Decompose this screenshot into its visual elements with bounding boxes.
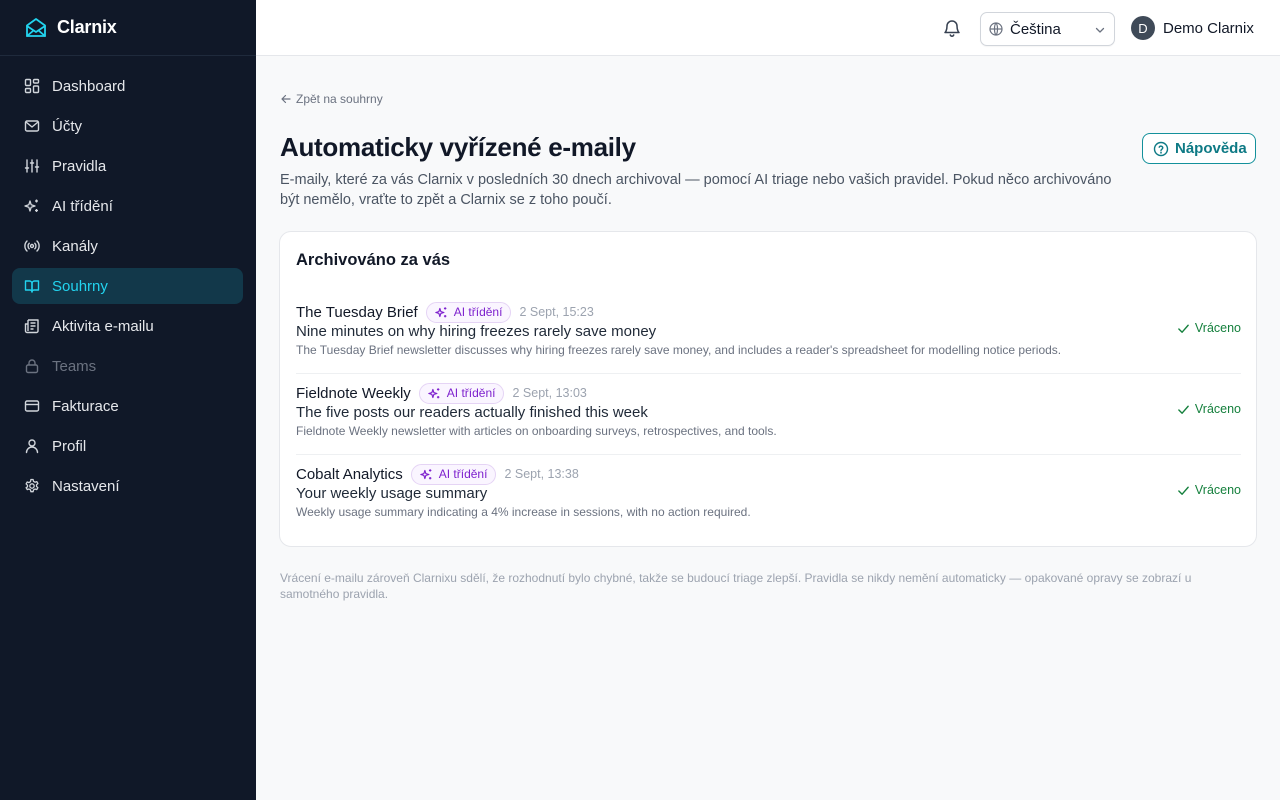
user-name: Demo Clarnix — [1163, 19, 1254, 37]
lock-icon — [24, 358, 40, 374]
ai-triage-badge: AI třídění — [418, 382, 505, 404]
email-date: 2 Sept, 13:38 — [504, 467, 579, 481]
user-menu[interactable]: D Demo Clarnix — [1131, 16, 1254, 40]
email-date: 2 Sept, 15:23 — [519, 305, 594, 319]
sidebar-item-label: Aktivita e-mailu — [52, 317, 154, 335]
logo-mail-icon — [24, 16, 48, 40]
email-sender: Fieldnote Weekly — [296, 384, 411, 402]
sidebar-item-label: AI třídění — [52, 197, 113, 215]
help-circle-icon — [1153, 141, 1169, 157]
footnote: Vrácení e-mailu zároveň Clarnixu sdělí, … — [280, 571, 1192, 601]
sidebar-item-settings[interactable]: Nastavení — [12, 468, 243, 504]
sidebar-nav: Dashboard Účty Pravidla AI třídění Kanál… — [0, 56, 256, 504]
sparkles-icon — [428, 387, 441, 400]
chevron-down-icon — [1094, 24, 1106, 36]
email-sender: Cobalt Analytics — [296, 465, 403, 483]
check-icon — [1177, 322, 1190, 335]
gear-icon — [24, 478, 40, 494]
back-link[interactable]: Zpět na souhrny — [280, 92, 383, 106]
sidebar-item-dashboard[interactable]: Dashboard — [12, 68, 243, 104]
email-subject: Nine minutes on why hiring freezes rarel… — [296, 323, 657, 340]
list-item[interactable]: The Tuesday Brief AI třídění 2 Sept, 15:… — [296, 293, 1241, 374]
ai-triage-badge: AI třídění — [410, 463, 497, 485]
language-value: Čeština — [1010, 20, 1061, 38]
check-icon — [1177, 484, 1190, 497]
restored-status: Vráceno — [1177, 321, 1241, 335]
sliders-icon — [24, 158, 40, 174]
brand-name: Clarnix — [57, 17, 117, 37]
email-sender: The Tuesday Brief — [296, 303, 418, 321]
sidebar-item-ai-triage[interactable]: AI třídění — [12, 188, 243, 224]
sidebar-item-label: Fakturace — [52, 397, 119, 415]
sidebar-item-label: Teams — [52, 357, 97, 375]
sidebar-item-label: Účty — [52, 117, 82, 135]
check-icon — [1177, 403, 1190, 416]
book-open-icon — [24, 278, 40, 294]
sidebar-item-label: Nastavení — [52, 477, 120, 495]
page-description: E-maily, které za vás Clarnix v poslední… — [280, 172, 1112, 208]
avatar: D — [1131, 16, 1155, 40]
brand[interactable]: Clarnix — [0, 0, 256, 56]
sidebar-item-label: Profil — [52, 437, 87, 455]
sidebar-item-label: Pravidla — [52, 157, 107, 175]
sidebar-item-label: Dashboard — [52, 77, 126, 95]
email-summary: The Tuesday Brief newsletter discusses w… — [296, 343, 1062, 357]
arrow-left-icon — [280, 93, 292, 105]
ai-triage-badge: AI třídění — [425, 301, 512, 323]
restored-status: Vráceno — [1177, 483, 1241, 497]
email-subject: The five posts our readers actually fini… — [296, 404, 648, 421]
sidebar-item-billing[interactable]: Fakturace — [12, 388, 243, 424]
sidebar: Clarnix Dashboard Účty Pravidla AI třídě… — [0, 0, 256, 800]
sidebar-item-channels[interactable]: Kanály — [12, 228, 243, 264]
list-item[interactable]: Fieldnote Weekly AI třídění 2 Sept, 13:0… — [296, 374, 1241, 455]
badge-label: AI třídění — [446, 386, 496, 400]
sidebar-item-profile[interactable]: Profil — [12, 428, 243, 464]
help-button[interactable]: Nápověda — [1142, 133, 1256, 164]
help-button-label: Nápověda — [1175, 140, 1247, 157]
globe-icon — [989, 22, 1003, 36]
sidebar-item-email-activity[interactable]: Aktivita e-mailu — [12, 308, 243, 344]
email-summary: Fieldnote Weekly newsletter with article… — [296, 424, 777, 438]
status-label: Vráceno — [1194, 483, 1241, 497]
newspaper-icon — [24, 318, 40, 334]
sidebar-item-label: Kanály — [52, 237, 98, 255]
sparkles-icon — [24, 198, 40, 214]
email-subject: Your weekly usage summary — [296, 485, 488, 502]
status-label: Vráceno — [1194, 402, 1241, 416]
page-title: Automaticky vyřízené e-maily — [280, 132, 636, 162]
archived-card: Archivováno za vás The Tuesday Brief AI … — [279, 231, 1257, 547]
dashboard-icon — [24, 78, 40, 94]
sidebar-item-summaries[interactable]: Souhrny — [12, 268, 243, 304]
sidebar-item-label: Souhrny — [52, 277, 108, 295]
credit-card-icon — [24, 398, 40, 414]
language-select[interactable]: Čeština — [980, 12, 1115, 46]
sparkles-icon — [419, 468, 433, 481]
badge-label: AI třídění — [438, 467, 488, 481]
badge-label: AI třídění — [453, 305, 503, 319]
sidebar-item-accounts[interactable]: Účty — [12, 108, 243, 144]
email-date: 2 Sept, 13:03 — [512, 386, 587, 400]
bell-icon[interactable] — [942, 18, 962, 38]
radio-icon — [24, 238, 40, 254]
card-title: Archivováno za vás — [296, 251, 451, 269]
sidebar-item-teams[interactable]: Teams — [12, 348, 243, 384]
list-item[interactable]: Cobalt Analytics AI třídění 2 Sept, 13:3… — [296, 455, 1241, 536]
top-header: Čeština D Demo Clarnix — [256, 0, 1280, 56]
sparkles-icon — [434, 306, 448, 319]
status-label: Vráceno — [1194, 321, 1241, 335]
restored-status: Vráceno — [1177, 402, 1241, 416]
back-link-label: Zpět na souhrny — [296, 92, 383, 106]
mail-icon — [24, 118, 40, 134]
sidebar-item-rules[interactable]: Pravidla — [12, 148, 243, 184]
user-icon — [24, 438, 40, 454]
email-summary: Weekly usage summary indicating a 4% inc… — [296, 505, 751, 519]
